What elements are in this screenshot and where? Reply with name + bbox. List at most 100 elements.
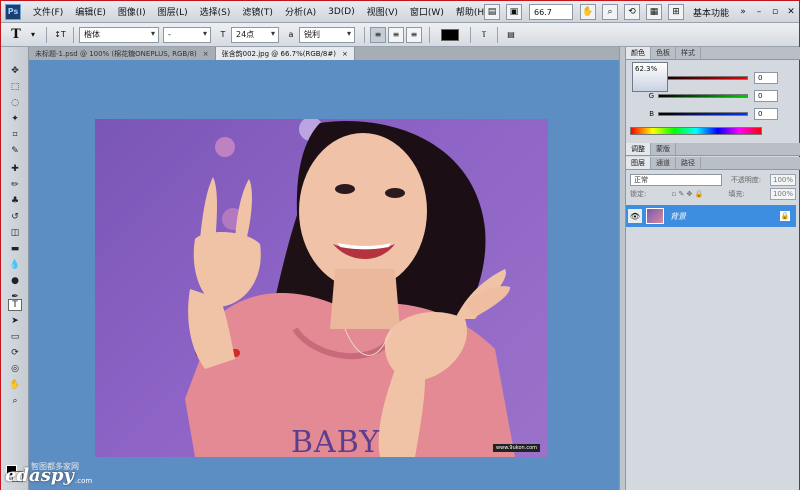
3d-rotate-icon[interactable]: ⟳ <box>8 347 22 359</box>
screen-mode-icon[interactable]: ▣ <box>505 4 522 20</box>
rotate-view-icon[interactable]: ⟲ <box>623 4 640 20</box>
tools-panel: ✥ ⬚ ◌ ✦ ⌗ ✎ ✚ ✏ ♣ ↺ ◫ ▬ 💧 ● ✒ T ➤ ▭ ⟳ ◎ … <box>1 47 29 490</box>
font-style-select[interactable]: - <box>163 26 211 43</box>
menu-filter[interactable]: 滤镜(T) <box>236 5 279 18</box>
zoom-tool-icon[interactable]: ⌕ <box>601 4 618 20</box>
tab-paths[interactable]: 路径 <box>676 157 701 169</box>
align-center-button[interactable]: ≡ <box>388 26 404 43</box>
layer-lock-icon: 🔒 <box>780 211 790 221</box>
gradient-tool-icon[interactable]: ▬ <box>8 243 22 255</box>
hand-tool-icon[interactable]: ✋ <box>579 4 596 20</box>
move-tool-icon[interactable]: ✥ <box>8 65 22 77</box>
character-panel-icon[interactable]: ▤ <box>503 27 519 43</box>
brush-tool-icon[interactable]: ✏ <box>8 179 22 191</box>
text-color-swatch[interactable] <box>441 28 459 41</box>
restore-icon[interactable]: ▫ <box>768 6 782 18</box>
menu-layer[interactable]: 图层(L) <box>152 5 194 18</box>
align-right-button[interactable]: ≡ <box>406 26 422 43</box>
marquee-tool-icon[interactable]: ⬚ <box>8 81 22 93</box>
clone-stamp-icon[interactable]: ♣ <box>8 195 22 207</box>
green-value-input[interactable]: 0 <box>754 90 778 102</box>
toggle-orientation-icon[interactable]: ↕T <box>52 27 68 43</box>
photoshop-logo-icon: Ps <box>5 3 21 20</box>
antialias-icon: a <box>288 30 294 39</box>
tab-color[interactable]: 颜色 <box>626 47 651 59</box>
canvas-area[interactable]: BABY www.9ukon.com <box>29 60 619 490</box>
opacity-input[interactable]: 100% <box>769 174 796 186</box>
shape-tool-icon[interactable]: ▭ <box>8 331 22 343</box>
color-spectrum-bar[interactable] <box>630 127 762 135</box>
right-panel-dock: 颜色 色板 样式 R 0 G 0 B 0 62.3% 调整 蒙版 图层 通道 路… <box>625 47 800 490</box>
hand-tool-icon[interactable]: ✋ <box>8 379 22 391</box>
history-brush-icon[interactable]: ↺ <box>8 211 22 223</box>
separator <box>364 26 365 43</box>
type-tool-icon[interactable]: T <box>8 299 22 311</box>
lasso-tool-icon[interactable]: ◌ <box>8 97 22 109</box>
path-selection-icon[interactable]: ➤ <box>8 315 22 327</box>
preset-dropdown-icon[interactable]: ▾ <box>25 27 41 43</box>
tab-masks[interactable]: 蒙版 <box>651 143 676 155</box>
tab-untitled-1[interactable]: 未标题-1.psd @ 100% (棉花糖ONEPLUS, RGB/8) × <box>29 47 216 60</box>
options-bar: T ▾ ↕T 楷体 - T 24点 a 锐利 ≡ ≡ ≡ Ⲧ ▤ <box>1 23 799 47</box>
blur-tool-icon[interactable]: 💧 <box>8 259 22 271</box>
blue-slider[interactable] <box>658 112 748 116</box>
fill-label: 填充: <box>728 190 745 198</box>
red-slider[interactable] <box>658 76 748 80</box>
close-tab-icon[interactable]: × <box>203 50 209 58</box>
menu-view[interactable]: 视图(V) <box>361 5 404 18</box>
visibility-eye-icon[interactable]: 👁 <box>628 209 642 223</box>
workspace-dropdown-icon[interactable]: » <box>736 6 750 18</box>
zoom-tool-icon[interactable]: ⌕ <box>8 395 22 407</box>
close-icon[interactable]: ✕ <box>784 6 798 18</box>
layers-panel: 图层 通道 路径 正常 不透明度: 100% 锁定: ▫ ✎ ✥ 🔒 填充: 1… <box>626 157 800 490</box>
layer-row-background[interactable]: 👁 背景 🔒 <box>626 205 796 227</box>
eraser-tool-icon[interactable]: ◫ <box>8 227 22 239</box>
lock-icons[interactable]: ▫ ✎ ✥ 🔒 <box>671 190 703 198</box>
menu-analysis[interactable]: 分析(A) <box>279 5 322 18</box>
arrange-documents-icon[interactable]: ▦ <box>645 4 662 20</box>
bridge-icon[interactable]: ▤ <box>483 4 500 20</box>
menu-window[interactable]: 窗口(W) <box>404 5 450 18</box>
menu-image[interactable]: 图像(I) <box>112 5 152 18</box>
blue-value-input[interactable]: 0 <box>754 108 778 120</box>
3d-orbit-icon[interactable]: ◎ <box>8 363 22 375</box>
font-family-select[interactable]: 楷体 <box>79 26 159 43</box>
menu-edit[interactable]: 编辑(E) <box>69 5 112 18</box>
tab-swatches[interactable]: 色板 <box>651 47 676 59</box>
dodge-tool-icon[interactable]: ● <box>8 275 22 287</box>
separator <box>470 26 471 43</box>
screen-toggle-icon[interactable]: ⊞ <box>667 4 684 20</box>
red-value-input[interactable]: 0 <box>754 72 778 84</box>
crop-tool-icon[interactable]: ⌗ <box>8 129 22 141</box>
magic-wand-icon[interactable]: ✦ <box>8 113 22 125</box>
watermark-chinese-text: 智图都多家网 <box>31 462 79 471</box>
menu-file[interactable]: 文件(F) <box>27 5 69 18</box>
align-left-button[interactable]: ≡ <box>370 26 386 43</box>
warp-text-icon[interactable]: Ⲧ <box>476 27 492 43</box>
lock-label: 锁定: <box>630 190 647 198</box>
minimize-icon[interactable]: – <box>752 6 766 18</box>
tab-layers[interactable]: 图层 <box>626 157 651 169</box>
tab-adjustments[interactable]: 调整 <box>626 143 651 155</box>
tab-label: 张含韵002.jpg @ 66.7%(RGB/8#) <box>221 49 336 58</box>
tab-styles[interactable]: 样式 <box>676 47 701 59</box>
layers-panel-tabs: 图层 通道 路径 <box>626 157 800 170</box>
blend-mode-select[interactable]: 正常 <box>630 174 722 186</box>
workspace-switcher[interactable]: 基本功能 <box>687 6 735 19</box>
antialias-select[interactable]: 锐利 <box>299 26 355 43</box>
green-slider[interactable] <box>658 94 748 98</box>
font-size-select[interactable]: 24点 <box>231 26 279 43</box>
tab-channels[interactable]: 通道 <box>651 157 676 169</box>
tab-zhang-hanyun-002[interactable]: 张含韵002.jpg @ 66.7%(RGB/8#) × <box>215 47 355 60</box>
font-size-icon: T <box>220 30 226 39</box>
document-image[interactable]: BABY www.9ukon.com <box>95 119 548 457</box>
menu-3d[interactable]: 3D(D) <box>322 7 361 17</box>
healing-brush-icon[interactable]: ✚ <box>8 163 22 175</box>
zoom-level-input[interactable]: 66.7 <box>528 4 573 20</box>
fill-input[interactable]: 100% <box>769 188 796 200</box>
type-tool-preset-icon[interactable]: T <box>7 26 25 44</box>
close-tab-icon[interactable]: × <box>342 50 348 58</box>
zoom-tooltip: 62.3% <box>632 62 668 92</box>
eyedropper-icon[interactable]: ✎ <box>8 145 22 157</box>
menu-select[interactable]: 选择(S) <box>194 5 237 18</box>
